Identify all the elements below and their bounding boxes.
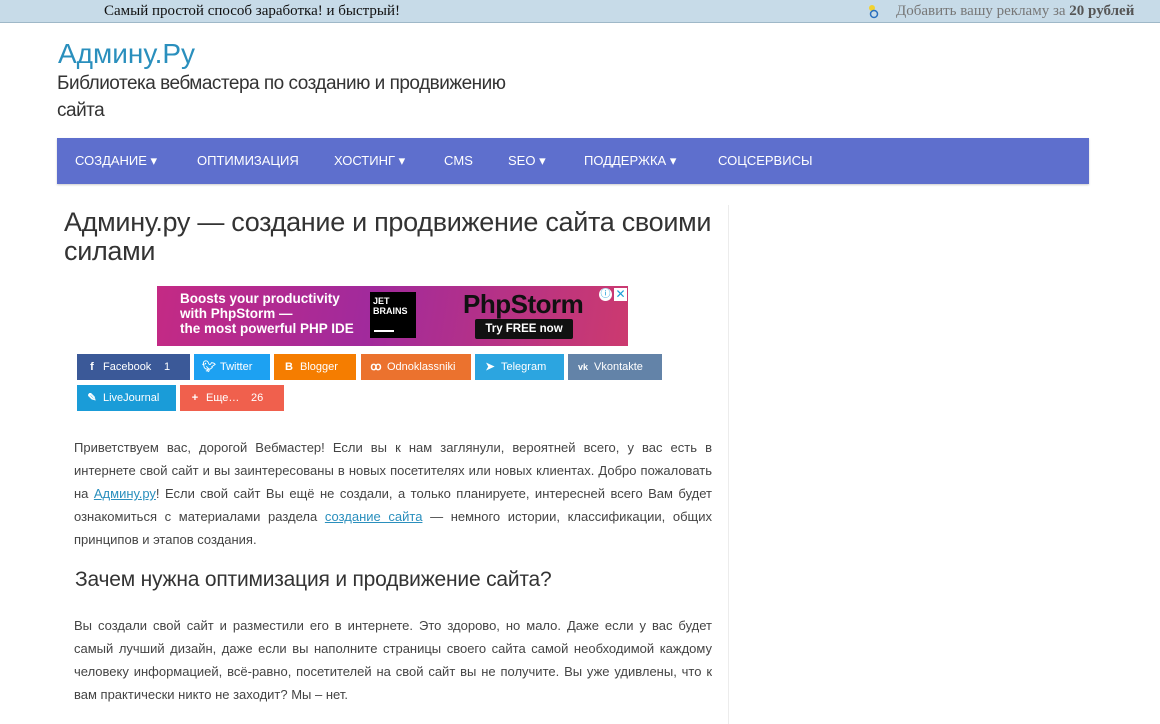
share-label: Twitter [220, 361, 253, 373]
add-ad-link[interactable]: Добавить вашу рекламу за 20 рублей [896, 3, 1134, 20]
ad-bulb-icon [869, 5, 879, 19]
share-label: Odnoklassniki [387, 361, 456, 373]
share-label: Еще… [206, 392, 240, 404]
nav-item-podderzhka[interactable]: ПОДДЕРЖКА ▾ [584, 153, 676, 169]
share-blogger-button[interactable]: B Blogger [274, 354, 356, 380]
share-livejournal-button[interactable]: ✎ LiveJournal [77, 385, 176, 411]
add-ad-price: 20 рублей [1069, 3, 1135, 19]
share-label: Vkontakte [594, 361, 643, 373]
share-odnoklassniki-button[interactable]: ꝏ Odnoklassniki [361, 354, 471, 380]
share-label: Blogger [300, 361, 338, 373]
try-free-button[interactable]: Try FREE now [475, 319, 573, 339]
plus-icon: + [191, 392, 199, 404]
jetbrains-logo-line: JET [373, 296, 390, 306]
banner-text: Boosts your productivity with PhpStorm —… [180, 291, 354, 336]
nav-item-cms[interactable]: CMS [444, 153, 473, 168]
page-title: Админу.ру — создание и продвижение сайта… [64, 207, 712, 266]
body-paragraph: Вы создали свой сайт и разместили его в … [74, 618, 712, 702]
sidebar-divider [728, 205, 729, 724]
nav-item-optimizaciya[interactable]: ОПТИМИЗАЦИЯ [197, 153, 299, 168]
site-title[interactable]: Админу.Ру [58, 38, 195, 70]
share-telegram-button[interactable]: ➤ Telegram [475, 354, 564, 380]
nav-item-socservisy[interactable]: СОЦСЕРВИСЫ [718, 153, 812, 168]
blogger-icon: B [285, 361, 293, 373]
vkontakte-icon: vk [577, 362, 588, 372]
site-creation-link[interactable]: создание сайта [325, 509, 423, 524]
adminu-link[interactable]: Админу.ру [94, 486, 156, 501]
nav-item-seo[interactable]: SEO ▾ [508, 153, 546, 169]
jetbrains-logo-underline [374, 330, 394, 332]
jetbrains-logo-line: BRAINS [373, 306, 408, 316]
share-more-button[interactable]: + Еще… 26 [180, 385, 284, 411]
share-count: 26 [251, 392, 264, 404]
promo-link[interactable]: Самый простой способ заработка! и быстры… [104, 3, 400, 20]
share-facebook-button[interactable]: f Facebook 1 [77, 354, 190, 380]
banner-line: Boosts your productivity [180, 291, 340, 306]
share-count: 1 [164, 361, 171, 373]
share-label: LiveJournal [103, 392, 160, 404]
add-ad-text: Добавить вашу рекламу за [896, 3, 1070, 19]
share-label: Telegram [501, 361, 547, 373]
nav-item-sozdanie[interactable]: СОЗДАНИЕ ▾ [75, 153, 157, 169]
livejournal-icon: ✎ [87, 392, 97, 404]
adchoices-icon[interactable]: ⓘ [599, 288, 612, 301]
site-description: Библиотека вебмастера по созданию и прод… [57, 73, 506, 121]
telegram-icon: ➤ [485, 361, 495, 373]
section-heading: Зачем нужна оптимизация и продвижение са… [75, 568, 552, 591]
share-label: Facebook [103, 361, 152, 373]
odnoklassniki-icon: ꝏ [370, 361, 382, 373]
banner-line: with PhpStorm — [180, 306, 293, 321]
banner-product-name: PhpStorm [463, 289, 584, 319]
twitter-icon: 🐦︎ [202, 361, 216, 373]
intro-paragraph: Приветствуем вас, дорогой Вебмастер! Есл… [74, 436, 712, 551]
main-nav: СОЗДАНИЕ ▾ ОПТИМИЗАЦИЯ ХОСТИНГ ▾ CMS SEO… [57, 138, 1089, 184]
top-ad-bar: Самый простой способ заработка! и быстры… [0, 0, 1160, 23]
close-ad-icon[interactable]: ✕ [614, 288, 627, 301]
nav-item-hosting[interactable]: ХОСТИНГ ▾ [334, 153, 405, 169]
facebook-icon: f [90, 361, 94, 373]
jetbrains-logo: JET BRAINS [370, 292, 416, 338]
share-vkontakte-button[interactable]: vk Vkontakte [568, 354, 662, 380]
share-twitter-button[interactable]: 🐦︎ Twitter [194, 354, 270, 380]
phpstorm-ad-banner[interactable]: Boosts your productivity with PhpStorm —… [157, 286, 628, 346]
banner-line: the most powerful PHP IDE [180, 321, 354, 336]
